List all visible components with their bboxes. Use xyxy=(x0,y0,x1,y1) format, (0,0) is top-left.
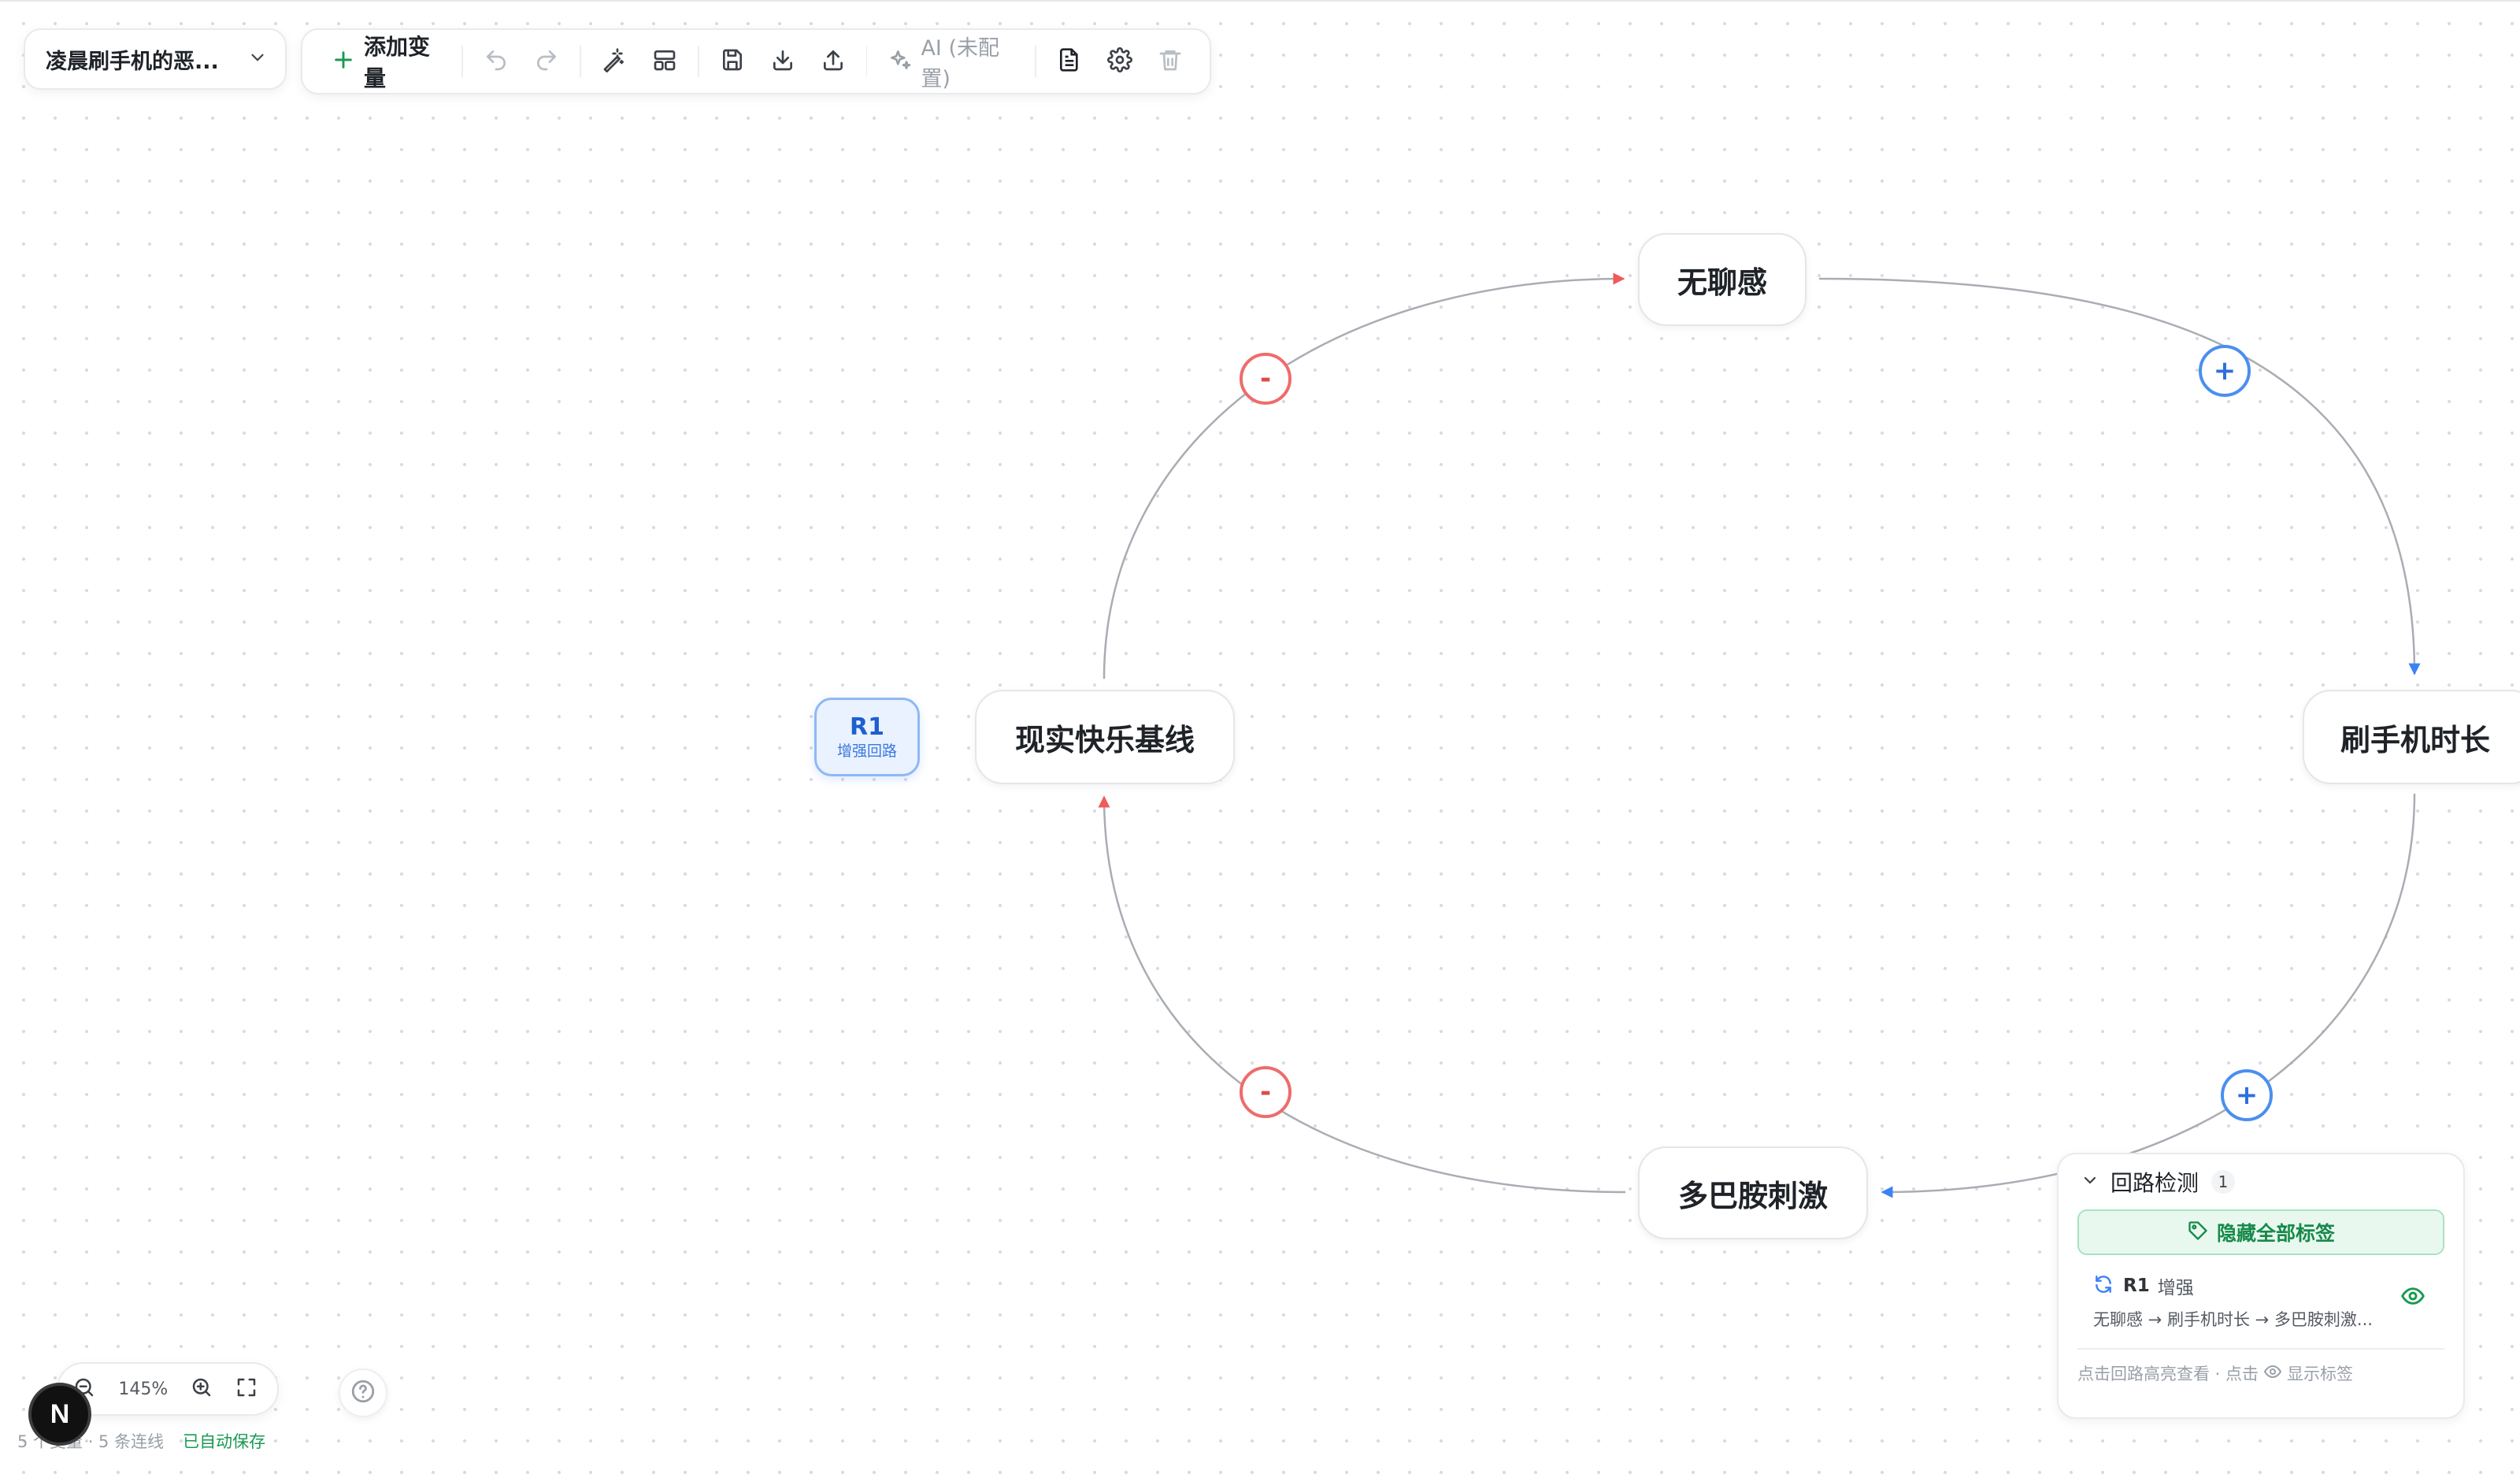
loop-label-code: R1 xyxy=(850,713,884,741)
upload-button[interactable] xyxy=(811,39,855,83)
loop-detection-panel: 回路检测 1 隐藏全部标签 R1 增强 无聊感 → 刷手机时长 → 多巴胺刺激.… xyxy=(2057,1153,2465,1419)
loop-panel-header[interactable]: 回路检测 1 xyxy=(2077,1154,2444,1209)
loop-panel-title: 回路检测 xyxy=(2110,1170,2199,1196)
document-icon xyxy=(1057,47,1082,76)
ai-label: AI (未配置) xyxy=(921,36,999,91)
loop-item-type: 增强 xyxy=(2157,1278,2194,1298)
eye-icon xyxy=(2259,1362,2287,1385)
upload-icon xyxy=(821,47,846,76)
loop-item-path: 无聊感 → 刷手机时长 → 多巴胺刺激... xyxy=(2093,1310,2373,1329)
loop-label-type: 增强回路 xyxy=(836,743,897,760)
document-button[interactable] xyxy=(1047,39,1091,83)
toolbar-divider xyxy=(580,46,581,77)
toolbar-divider xyxy=(697,46,699,77)
zoom-in-icon xyxy=(190,1376,213,1402)
top-border xyxy=(0,0,2520,2)
undo-button[interactable] xyxy=(474,39,518,83)
add-variable-button[interactable]: 添加变量 xyxy=(320,34,450,91)
redo-icon xyxy=(534,47,559,76)
polarity-negative[interactable]: - xyxy=(1240,1066,1292,1118)
eye-icon[interactable] xyxy=(2400,1283,2426,1309)
magic-wand-icon xyxy=(602,47,627,76)
toolbar-divider xyxy=(1035,46,1036,77)
main-toolbar: 添加变量 AI (未配置) xyxy=(301,28,1211,94)
ai-button[interactable]: AI (未配置) xyxy=(878,36,1024,91)
polarity-positive[interactable]: + xyxy=(2199,345,2251,397)
layout-button[interactable] xyxy=(643,39,687,83)
sparkles-icon xyxy=(888,47,913,76)
trash-icon xyxy=(1158,47,1183,76)
download-icon xyxy=(770,47,795,76)
help-button[interactable] xyxy=(339,1368,387,1417)
auto-layout-button[interactable] xyxy=(592,39,636,83)
fullscreen-icon xyxy=(235,1376,258,1402)
add-variable-label: 添加变量 xyxy=(364,34,431,91)
save-icon xyxy=(720,47,745,76)
polarity-negative[interactable]: - xyxy=(1240,353,1292,405)
download-button[interactable] xyxy=(761,39,805,83)
variable-node-baseline[interactable]: 现实快乐基线 xyxy=(975,690,1235,784)
zoom-in-button[interactable] xyxy=(185,1371,218,1407)
loop-item-code: R1 xyxy=(2123,1276,2150,1296)
chevron-down-icon xyxy=(247,47,268,71)
hide-all-labels-label: 隐藏全部标签 xyxy=(2216,1222,2335,1245)
fit-view-button[interactable] xyxy=(230,1371,263,1407)
help-icon xyxy=(350,1378,376,1408)
loop-count-badge: 1 xyxy=(2211,1170,2236,1194)
save-button[interactable] xyxy=(710,39,754,83)
hint-prefix: 点击回路高亮查看 · 点击 xyxy=(2077,1365,2259,1383)
delete-button[interactable] xyxy=(1148,39,1192,83)
document-selector[interactable]: 凌晨刷手机的恶... xyxy=(24,28,287,90)
variable-node-dopamine[interactable]: 多巴胺刺激 xyxy=(1638,1146,1868,1239)
chevron-down-icon xyxy=(2081,1171,2099,1193)
hint-suffix: 显示标签 xyxy=(2287,1365,2354,1383)
layout-icon xyxy=(652,47,677,76)
refresh-cycle-icon xyxy=(2093,1274,2114,1298)
document-title: 凌晨刷手机的恶... xyxy=(46,49,219,74)
variable-node-phone-time[interactable]: 刷手机时长 xyxy=(2303,690,2520,784)
tag-icon xyxy=(2187,1220,2209,1245)
settings-button[interactable] xyxy=(1098,39,1142,83)
variable-node-boredom[interactable]: 无聊感 xyxy=(1638,233,1807,326)
loop-label-r1[interactable]: R1 增强回路 xyxy=(814,698,920,776)
app-logo-badge[interactable]: N xyxy=(28,1383,91,1446)
toolbar-divider xyxy=(865,46,868,77)
toolbar-divider xyxy=(461,46,464,77)
zoom-level: 145% xyxy=(118,1379,169,1399)
loop-list-item[interactable]: R1 增强 无聊感 → 刷手机时长 → 多巴胺刺激... xyxy=(2077,1255,2444,1348)
plus-icon xyxy=(331,47,356,76)
redo-button[interactable] xyxy=(524,39,569,83)
polarity-positive[interactable]: + xyxy=(2221,1069,2273,1121)
undo-icon xyxy=(484,47,509,76)
hide-all-labels-button[interactable]: 隐藏全部标签 xyxy=(2077,1209,2444,1255)
gear-icon xyxy=(1107,47,1132,76)
loop-panel-hint: 点击回路高亮查看 · 点击 显示标签 xyxy=(2077,1350,2444,1397)
autosave-status: 已自动保存 xyxy=(183,1432,266,1451)
